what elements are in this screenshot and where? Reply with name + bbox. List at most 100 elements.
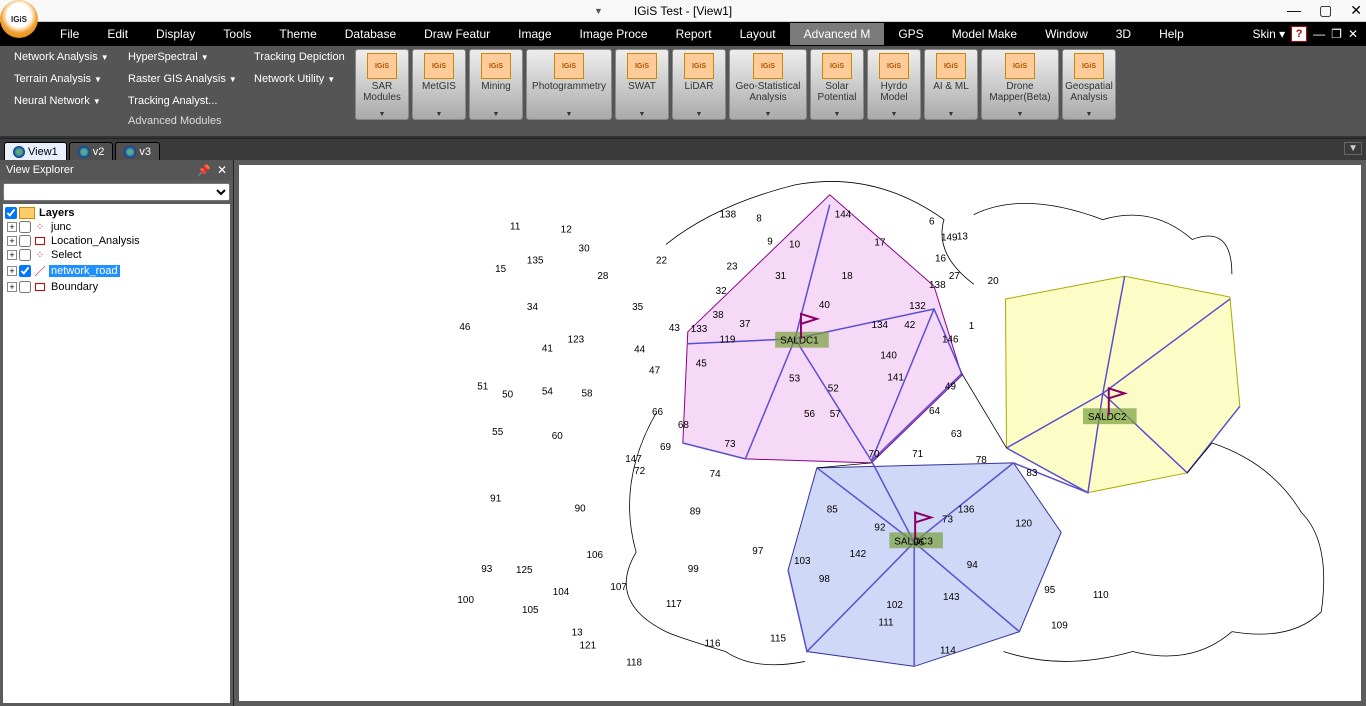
expand-icon[interactable]: + xyxy=(7,266,17,276)
menu-model-make[interactable]: Model Make xyxy=(938,23,1031,45)
tool-photogrammetry[interactable]: Photogrammetry▼ xyxy=(526,49,612,120)
map-label: 70 xyxy=(868,449,880,460)
doc-tab-v3[interactable]: v3 xyxy=(115,142,160,160)
layers-root-checkbox[interactable] xyxy=(5,207,17,219)
layer-row-junc[interactable]: +⁘junc xyxy=(5,220,228,234)
ribbon: Network Analysis ▼HyperSpectral ▼Trackin… xyxy=(0,46,1366,138)
map-label: 116 xyxy=(705,639,721,650)
tool-geo-statistical-analysis[interactable]: Geo-Statistical Analysis▼ xyxy=(729,49,807,120)
globe-icon xyxy=(78,146,90,158)
svg-text:SALDC1: SALDC1 xyxy=(780,336,819,347)
menu-layout[interactable]: Layout xyxy=(726,23,790,45)
map-label: 30 xyxy=(579,243,591,254)
layer-checkbox[interactable] xyxy=(19,249,31,261)
doc-tab-view1[interactable]: View1 xyxy=(4,142,67,160)
tool-geospatial-analysis[interactable]: Geospatial Analysis▼ xyxy=(1062,49,1116,120)
layer-symbol-icon: ⁘ xyxy=(33,250,47,261)
ribbon-tools-group: SAR Modules▼MetGIS▼Mining▼Photogrammetry… xyxy=(352,46,1366,136)
mdi-restore-button[interactable]: ❐ xyxy=(1331,27,1342,41)
tool-sar-modules[interactable]: SAR Modules▼ xyxy=(355,49,409,120)
minimize-button[interactable]: ― xyxy=(1287,2,1301,19)
map-label: 16 xyxy=(935,253,947,264)
tool-icon xyxy=(753,53,783,79)
map-label: 74 xyxy=(710,469,722,480)
map-label: 63 xyxy=(951,429,963,440)
menu-image-proce[interactable]: Image Proce xyxy=(566,23,662,45)
layer-row-boundary[interactable]: + Boundary xyxy=(5,280,228,294)
panel-close-button[interactable]: ✕ xyxy=(217,163,227,177)
menu-3d[interactable]: 3D xyxy=(1102,23,1145,45)
layers-root-label[interactable]: Layers xyxy=(37,207,76,219)
tool-metgis[interactable]: MetGIS▼ xyxy=(412,49,466,120)
tool-lidar[interactable]: LiDAR▼ xyxy=(672,49,726,120)
map-label: 118 xyxy=(626,657,642,668)
map-label: 71 xyxy=(912,449,924,460)
skin-menu[interactable]: Skin ▾ xyxy=(1252,27,1285,41)
map-label: 42 xyxy=(904,320,916,331)
maximize-button[interactable]: ▢ xyxy=(1319,2,1332,19)
expand-icon[interactable]: + xyxy=(7,282,17,292)
menu-display[interactable]: Display xyxy=(142,23,209,45)
map-label: 144 xyxy=(835,210,852,221)
menu-image[interactable]: Image xyxy=(504,23,565,45)
layer-name[interactable]: Boundary xyxy=(49,281,100,293)
layer-name[interactable]: Select xyxy=(49,249,84,261)
menu-tools[interactable]: Tools xyxy=(209,23,265,45)
menu-help[interactable]: Help xyxy=(1145,23,1198,45)
tool-mining[interactable]: Mining▼ xyxy=(469,49,523,120)
map-label: 142 xyxy=(850,549,867,560)
expand-icon[interactable]: + xyxy=(7,250,17,260)
tool-ai-ml[interactable]: AI & ML▼ xyxy=(924,49,978,120)
ribbon-terrain-analysis[interactable]: Terrain Analysis ▼ xyxy=(8,71,118,87)
menu-database[interactable]: Database xyxy=(331,23,410,45)
ribbon-network-analysis[interactable]: Network Analysis ▼ xyxy=(8,49,118,65)
tool-drone-mapper-beta-[interactable]: Drone Mapper(Beta)▼ xyxy=(981,49,1059,120)
tool-solar-potential[interactable]: Solar Potential▼ xyxy=(810,49,864,120)
layer-name[interactable]: junc xyxy=(49,221,73,233)
map-svg: SALDC1 SALDC2 SALDC3 1112138814461513530… xyxy=(239,165,1361,701)
tool-swat[interactable]: SWAT▼ xyxy=(615,49,669,120)
layer-filter-dropdown[interactable] xyxy=(3,183,230,201)
doc-tab-v2[interactable]: v2 xyxy=(69,142,114,160)
menu-theme[interactable]: Theme xyxy=(265,23,330,45)
map-label: 72 xyxy=(634,466,646,477)
qat-dropdown-icon[interactable]: ▼ xyxy=(594,6,603,16)
mdi-close-button[interactable]: ✕ xyxy=(1348,27,1358,41)
layer-checkbox[interactable] xyxy=(19,265,31,277)
ribbon-raster-gis-analysis[interactable]: Raster GIS Analysis ▼ xyxy=(122,71,244,87)
pin-icon[interactable]: 📌 xyxy=(197,164,211,177)
tab-list-dropdown[interactable]: ▼ xyxy=(1344,142,1362,155)
map-canvas[interactable]: SALDC1 SALDC2 SALDC3 1112138814461513530… xyxy=(239,165,1361,701)
map-label: 56 xyxy=(804,409,816,420)
ribbon-tracking-analyst-[interactable]: Tracking Analyst... xyxy=(122,93,244,109)
expand-icon[interactable]: + xyxy=(7,222,17,232)
layer-checkbox[interactable] xyxy=(19,235,31,247)
layer-row-location_analysis[interactable]: + Location_Analysis xyxy=(5,234,228,248)
menu-edit[interactable]: Edit xyxy=(93,23,142,45)
menu-report[interactable]: Report xyxy=(662,23,726,45)
menu-file[interactable]: File xyxy=(46,23,93,45)
layer-row-network_road[interactable]: +／network_road xyxy=(5,262,228,280)
layer-checkbox[interactable] xyxy=(19,221,31,233)
ribbon-tracking-depiction[interactable]: Tracking Depiction xyxy=(248,49,351,65)
close-button[interactable]: ✕ xyxy=(1350,2,1362,19)
ribbon-network-utility[interactable]: Network Utility ▼ xyxy=(248,71,341,87)
map-label: 149 xyxy=(941,232,958,243)
expand-icon[interactable]: + xyxy=(7,236,17,246)
layer-name[interactable]: Location_Analysis xyxy=(49,235,142,247)
layer-row-select[interactable]: + ⁘Select xyxy=(5,248,228,262)
layer-name[interactable]: network_road xyxy=(49,265,120,277)
map-label: 147 xyxy=(625,454,642,465)
ribbon-neural-network[interactable]: Neural Network ▼ xyxy=(8,93,118,109)
layer-tree[interactable]: Layers+⁘junc+Location_Analysis+⁘Select+／… xyxy=(3,204,230,703)
map-label: 73 xyxy=(725,439,737,450)
menu-advanced-m[interactable]: Advanced M xyxy=(790,23,885,45)
menu-gps[interactable]: GPS xyxy=(884,23,937,45)
ribbon-hyperspectral[interactable]: HyperSpectral ▼ xyxy=(122,49,244,65)
menu-window[interactable]: Window xyxy=(1031,23,1102,45)
help-icon[interactable]: ? xyxy=(1291,26,1307,42)
layer-checkbox[interactable] xyxy=(19,281,31,293)
menu-draw-featur[interactable]: Draw Featur xyxy=(410,23,504,45)
mdi-minimize-button[interactable]: ― xyxy=(1313,27,1325,41)
tool-hyrdo-model[interactable]: Hyrdo Model▼ xyxy=(867,49,921,120)
